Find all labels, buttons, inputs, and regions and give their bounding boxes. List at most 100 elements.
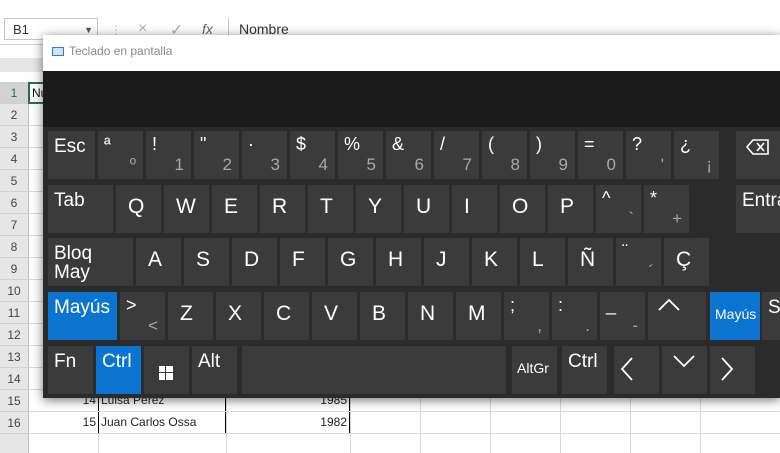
key-arrow-up-icon[interactable] (648, 292, 706, 340)
key-q[interactable]: Q (116, 185, 161, 233)
key-ctrl[interactable]: Ctrl (96, 346, 141, 394)
on-screen-keyboard-window: Teclado en pantalla Esc ª º! 1 " 2 · 3 $4% 5 & 6/7(… (43, 35, 780, 398)
key-space[interactable] (242, 346, 506, 394)
key-e[interactable]: E (212, 185, 257, 233)
key--[interactable]: ? ' (626, 131, 671, 179)
key--[interactable]: ¨ ´ (616, 238, 661, 286)
key-r[interactable]: R (260, 185, 305, 233)
key-windows-icon[interactable] (144, 346, 189, 394)
name-box-value: B1 (13, 22, 29, 37)
key-v[interactable]: V (312, 292, 357, 340)
key--[interactable]: = 0 (578, 131, 623, 179)
key-k[interactable]: K (472, 238, 517, 286)
row-header-7[interactable]: 7 (0, 214, 28, 236)
key-t[interactable]: T (308, 185, 353, 233)
key-arrow-right-icon[interactable] (710, 346, 755, 394)
window-titlebar[interactable]: Teclado en pantalla (43, 35, 780, 71)
key--[interactable]: _ - (600, 292, 645, 340)
key-shift-label: & (392, 134, 405, 154)
row-header-3[interactable]: 3 (0, 126, 28, 148)
row-header-12[interactable]: 12 (0, 324, 28, 346)
key--[interactable]: /7 (434, 131, 479, 179)
key-a[interactable]: A (136, 238, 181, 286)
key--[interactable]: & 6 (386, 131, 431, 179)
key-j[interactable]: J (424, 238, 469, 286)
cell-name[interactable]: Juan Carlos Ossa (98, 412, 226, 433)
key-base-label: ' (660, 155, 664, 174)
key-f[interactable]: F (280, 238, 325, 286)
key-ctrl[interactable]: Ctrl (562, 346, 607, 394)
key-may-s[interactable]: Mayús (710, 292, 760, 340)
key--[interactable]: > < (120, 292, 165, 340)
key--[interactable]: ) 9 (530, 131, 575, 179)
key-l[interactable]: L (520, 238, 565, 286)
key-n[interactable]: N (408, 292, 453, 340)
row-header-4[interactable]: 4 (0, 148, 28, 170)
key-base-label: 5 (366, 155, 376, 174)
key-tab[interactable]: Tab (48, 185, 113, 233)
row-header-2[interactable]: 2 (0, 104, 28, 126)
key-g[interactable]: G (328, 238, 373, 286)
key-o[interactable]: O (500, 185, 545, 233)
key-ç[interactable]: Ç (664, 238, 709, 286)
key-u[interactable]: U (404, 185, 449, 233)
row-header-11[interactable]: 11 (0, 302, 28, 324)
key-m[interactable]: M (456, 292, 501, 340)
key--[interactable]: (8 (482, 131, 527, 179)
row-header-10[interactable]: 10 (0, 280, 28, 302)
key-shift-label: · (248, 134, 254, 154)
key-backspace-icon[interactable] (736, 131, 780, 179)
key--[interactable]: " 2 (194, 131, 239, 179)
key-label: I (464, 195, 470, 218)
key-ñ[interactable]: Ñ (568, 238, 613, 286)
key-label: P (560, 195, 575, 218)
key-alt[interactable]: Alt (192, 346, 237, 394)
key-entrar[interactable]: Entrar (736, 185, 780, 233)
key-i[interactable]: I (452, 185, 497, 233)
key--[interactable]: ¿ ¡ (674, 131, 719, 179)
key-s[interactable]: S (184, 238, 229, 286)
row-header-1[interactable]: 1 (0, 82, 28, 104)
key-su[interactable]: Su (762, 292, 780, 340)
key-c[interactable]: C (264, 292, 309, 340)
key--[interactable]: ^ ` (596, 185, 641, 233)
key-base-label: ¡ (706, 155, 712, 174)
key--[interactable]: % 5 (338, 131, 383, 179)
key-h[interactable]: H (376, 238, 421, 286)
key--[interactable]: * + (644, 185, 689, 233)
key-z[interactable]: Z (168, 292, 213, 340)
row-header-15[interactable]: 15 (0, 390, 28, 412)
key-base-label: 1 (174, 155, 184, 174)
key-y[interactable]: Y (356, 185, 401, 233)
row-header-14[interactable]: 14 (0, 368, 28, 390)
row-header-16[interactable]: 16 (0, 412, 28, 434)
key--[interactable]: :. (552, 292, 597, 340)
key-b[interactable]: B (360, 292, 405, 340)
key-w[interactable]: W (164, 185, 209, 233)
key-fn[interactable]: Fn (48, 346, 93, 394)
row-header-8[interactable]: 8 (0, 236, 28, 258)
key-label: Q (128, 195, 145, 218)
row-header-6[interactable]: 6 (0, 192, 28, 214)
key--[interactable]: ! 1 (146, 131, 191, 179)
row-header-5[interactable]: 5 (0, 170, 28, 192)
key-arrow-left-icon[interactable] (614, 346, 659, 394)
cell-year[interactable]: 1982 (226, 412, 350, 433)
key--[interactable]: $4 (290, 131, 335, 179)
key-arrow-down-icon[interactable] (662, 346, 707, 394)
key-x[interactable]: X (216, 292, 261, 340)
key--[interactable]: ;, (504, 292, 549, 340)
row-header-9[interactable]: 9 (0, 258, 28, 280)
key-label: J (436, 248, 447, 271)
key-may-s[interactable]: Mayús (48, 292, 117, 340)
cell-number[interactable]: 15 (40, 412, 96, 433)
key-bloq-may[interactable]: Bloq May (48, 238, 133, 286)
key-altgr[interactable]: AltGr (512, 346, 557, 394)
key-shift-label: ª (104, 134, 111, 154)
row-header-13[interactable]: 13 (0, 346, 28, 368)
key--[interactable]: · 3 (242, 131, 287, 179)
key--[interactable]: ªº (98, 131, 143, 179)
key-esc[interactable]: Esc (48, 131, 95, 179)
key-p[interactable]: P (548, 185, 593, 233)
key-d[interactable]: D (232, 238, 277, 286)
